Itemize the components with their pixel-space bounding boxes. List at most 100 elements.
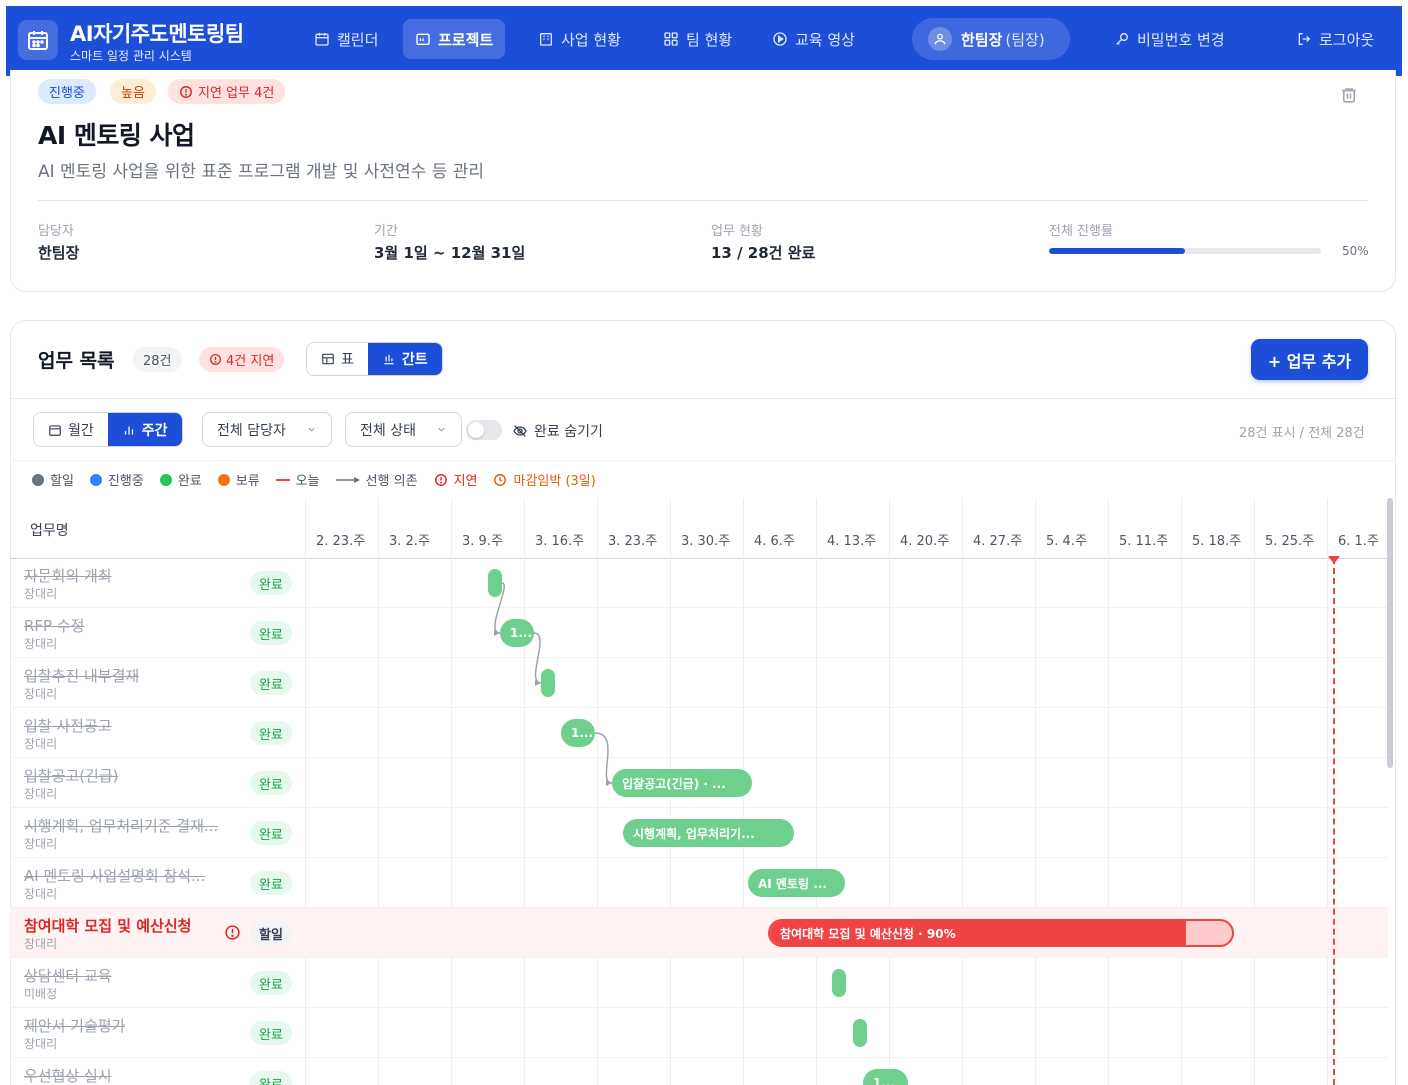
today-marker-arrow — [1328, 556, 1340, 564]
scale-month-button[interactable]: 월간 — [34, 413, 108, 446]
legend-hold: 보류 — [217, 470, 260, 489]
progress-bar-fill — [1049, 248, 1185, 254]
grid-icon — [664, 32, 678, 46]
tasks-status-label: 업무 현황 — [711, 224, 763, 239]
building-icon — [540, 32, 552, 46]
calendar-logo-icon[interactable] — [18, 20, 58, 60]
change-password-label: 비밀번호 변경 — [1137, 30, 1225, 49]
chevron-down-icon — [308, 427, 315, 432]
task-delayed-label: 4건 지연 — [226, 354, 275, 369]
alert-circle-icon — [209, 353, 222, 366]
chevron-down-icon — [438, 427, 445, 432]
logout-icon — [1298, 33, 1311, 45]
nav-calendar-label: 캘린더 — [337, 30, 379, 49]
nav-team-label: 팀 현황 — [686, 30, 733, 49]
status-badge: 진행중 — [38, 79, 96, 104]
dependency-link — [494, 582, 505, 634]
owner-filter-select[interactable]: 전체 담당자 — [202, 412, 332, 447]
legend-divider — [10, 460, 1396, 461]
hold-dot — [217, 473, 230, 486]
in-progress-dot — [89, 473, 102, 486]
nav-business[interactable]: 사업 현황 — [526, 19, 633, 59]
alert-circle-icon — [434, 473, 447, 486]
delayed-badge: 지연 업무 4건 — [168, 79, 286, 104]
task-delayed-badge: 4건 지연 — [199, 347, 285, 372]
nav-team[interactable]: 팀 현황 — [651, 19, 744, 59]
legend-delayed-label: 지연 — [453, 474, 478, 489]
view-table-button[interactable]: 표 — [307, 343, 368, 375]
dependency-link — [594, 732, 613, 784]
project-title: AI 멘토링 사업 — [38, 121, 195, 150]
user-role: (팀장) — [1005, 30, 1045, 49]
app-title: AI자기주도멘토링팀 — [70, 22, 244, 46]
legend-today: 오늘 — [275, 470, 320, 489]
legend-due-soon-label: 마감임박 (3일) — [513, 474, 596, 489]
trash-icon[interactable] — [1340, 86, 1358, 108]
owner-label: 담당자 — [38, 224, 74, 239]
view-table-label: 표 — [341, 352, 354, 368]
hide-done-toggle[interactable] — [466, 420, 502, 440]
status-filter-value: 전체 상태 — [360, 422, 416, 439]
view-toggle: 표 간트 — [306, 342, 443, 376]
status-filter-select[interactable]: 전체 상태 — [345, 412, 462, 447]
hide-done-label: 완료 숨기기 — [534, 424, 603, 440]
scale-week-label: 주간 — [141, 422, 168, 439]
table-icon — [322, 353, 334, 365]
app-subtitle: 스마트 일정 관리 시스템 — [70, 49, 192, 63]
scale-toggle: 월간 주간 — [33, 412, 183, 447]
nav-calendar[interactable]: 캘린더 — [302, 19, 390, 59]
legend-in-progress-label: 진행중 — [107, 474, 144, 489]
dependency-arrow — [535, 680, 541, 686]
add-task-button[interactable]: + 업무 추가 — [1251, 339, 1368, 380]
user-name: 한팀장 — [961, 30, 1003, 49]
legend-todo-label: 할일 — [50, 474, 74, 489]
view-gantt-label: 간트 — [401, 352, 428, 368]
done-dot — [159, 473, 172, 486]
arrow-right-icon — [335, 476, 360, 483]
logout-button[interactable]: 로그아웃 — [1284, 19, 1386, 59]
nav-video-label: 교육 영상 — [795, 30, 855, 49]
owner-value: 한팀장 — [38, 244, 80, 262]
nav-business-label: 사업 현황 — [561, 30, 621, 49]
project-description: AI 멘토링 사업을 위한 표준 프로그램 개발 및 사전연수 등 관리 — [38, 162, 485, 182]
gantt-scrollbar[interactable] — [1387, 498, 1393, 768]
divider — [38, 200, 1368, 201]
legend-done: 완료 — [159, 470, 202, 489]
dependency-arrow — [494, 630, 500, 636]
scale-week-button[interactable]: 주간 — [107, 413, 182, 446]
nav-project-label: 프로젝트 — [438, 30, 494, 49]
bar-chart-icon — [124, 426, 133, 435]
eye-off-icon — [513, 425, 527, 437]
dependency-links — [494, 582, 613, 786]
toggle-knob — [468, 422, 484, 438]
delayed-badge-label: 지연 업무 4건 — [198, 86, 275, 101]
user-menu[interactable]: 한팀장 (팀장) — [912, 18, 1070, 60]
task-count-badge: 28건 — [133, 347, 182, 372]
legend-today-label: 오늘 — [295, 474, 320, 489]
user-icon — [928, 27, 952, 51]
nav-project[interactable]: 프로젝트 — [403, 19, 506, 59]
calendar-icon — [49, 424, 61, 436]
legend-done-label: 완료 — [177, 474, 202, 489]
logout-label: 로그아웃 — [1319, 30, 1375, 49]
hide-done-label-wrap: 완료 숨기기 — [512, 421, 603, 441]
nav-video[interactable]: 교육 영상 — [760, 19, 867, 59]
gantt-chart-icon — [384, 354, 394, 365]
progress-bar — [1049, 248, 1321, 254]
legend-todo: 할일 — [32, 470, 74, 489]
priority-badge: 높음 — [110, 79, 156, 104]
gantt-chart: 업무명 2. 23.주 3. 2.주 3. 9.주 3. 16.주 3. 23.주 3. … — [10, 498, 1388, 1085]
legend-due-soon: 마감임박 (3일) — [493, 470, 596, 489]
toolbar-divider — [10, 398, 1396, 399]
gantt-legend: 할일 진행중 완료 보류 오늘 선행 의존 지연 마감임박 (3일) — [32, 470, 596, 489]
display-count: 28건 표시 / 전체 28건 — [1239, 426, 1365, 441]
period-label: 기간 — [374, 224, 398, 239]
legend-in-progress: 진행중 — [89, 470, 144, 489]
view-gantt-button[interactable]: 간트 — [367, 343, 442, 375]
app-header: AI자기주도멘토링팀 스마트 일정 관리 시스템 캘린더 프로젝트 사업 현황 … — [6, 6, 1402, 76]
legend-dependency: 선행 의존 — [335, 470, 418, 489]
alert-circle-icon — [180, 85, 192, 98]
change-password-button[interactable]: 비밀번호 변경 — [1102, 19, 1237, 59]
progress-percent: 50% — [1342, 244, 1369, 258]
dependency-arrow — [606, 780, 612, 786]
